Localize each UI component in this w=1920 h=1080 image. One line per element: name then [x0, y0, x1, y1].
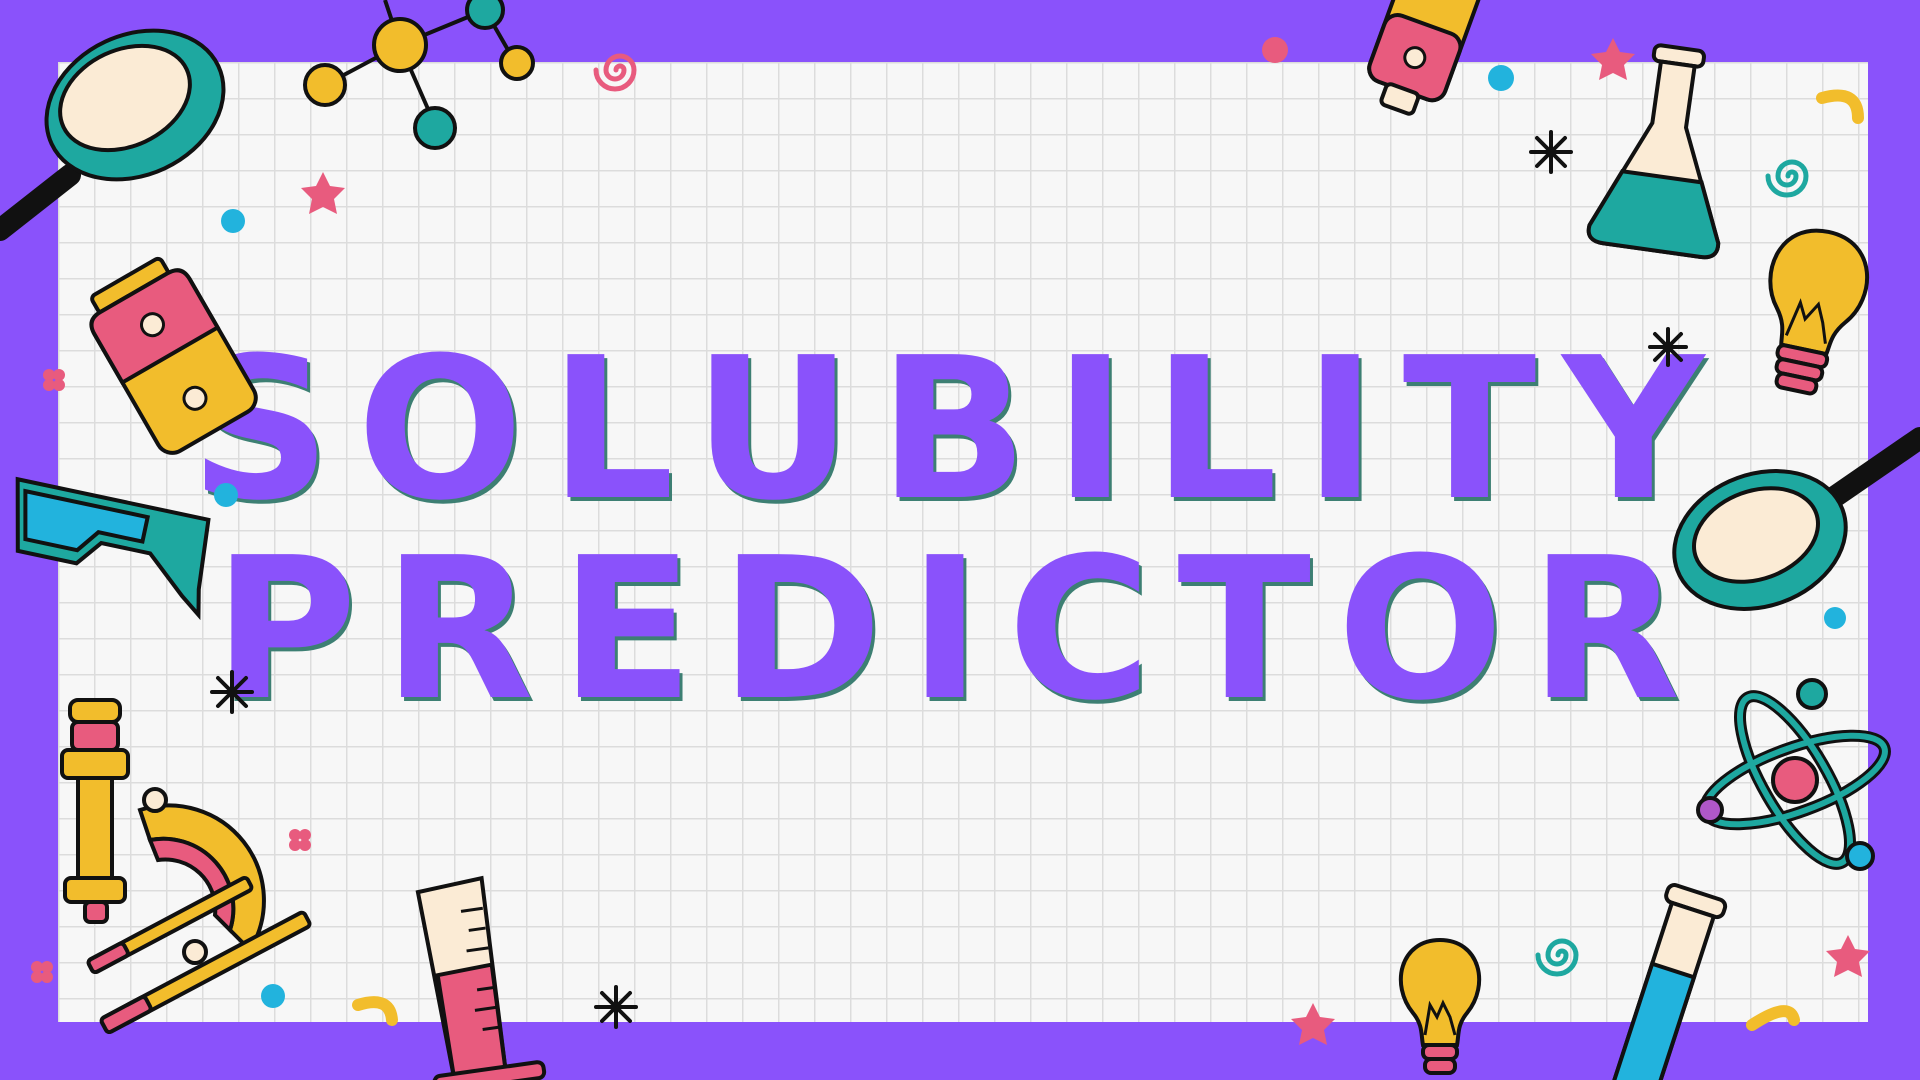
- star-icon: [301, 38, 1870, 1045]
- confetti-decorations: [31, 37, 1870, 1045]
